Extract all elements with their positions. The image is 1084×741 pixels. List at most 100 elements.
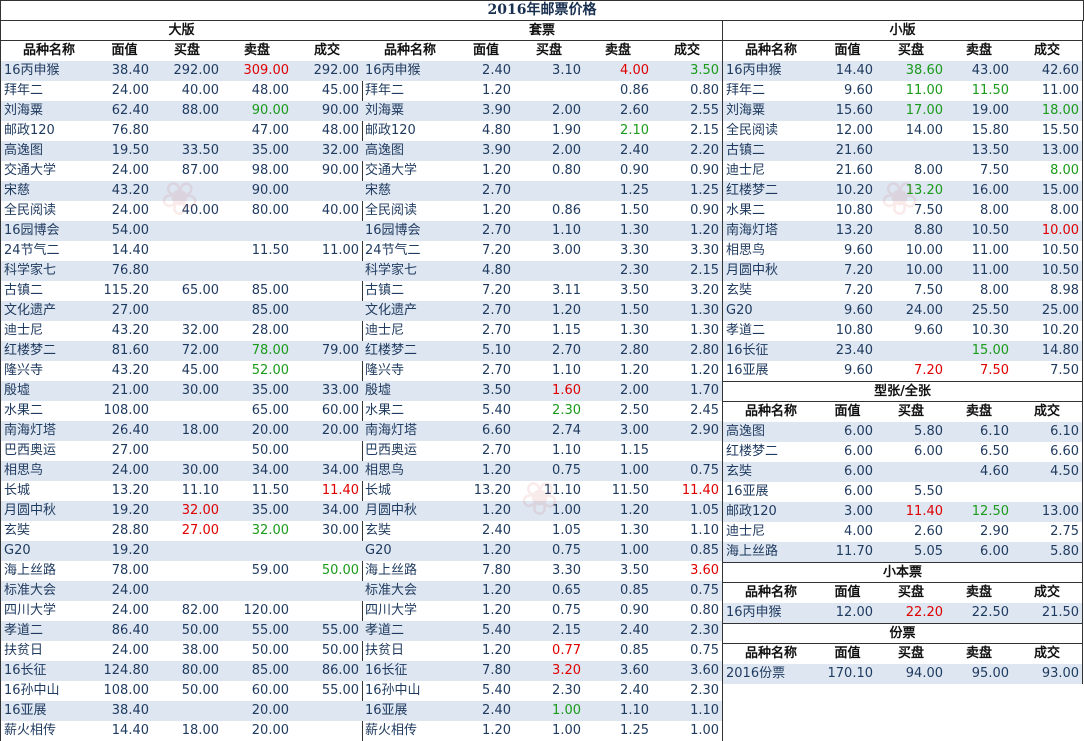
table-row: 玄奘 28.80 27.00 32.00 30.00 — [1, 521, 362, 541]
price-cell: 2.40 — [584, 141, 652, 161]
price-cell: 2.50 — [620, 403, 649, 418]
table-row: 扶贫日 24.00 38.00 50.00 50.00 — [1, 641, 362, 661]
price-cell: 2.15 — [690, 123, 720, 138]
variety-name-cell: 长城 — [365, 483, 392, 498]
column-header: 成交 — [1012, 582, 1083, 603]
price-cell: 17.00 — [876, 101, 946, 121]
table-row: 红楼梦二 5.10 2.70 2.80 2.80 — [362, 341, 723, 361]
table-row: 宋慈 43.20 90.00 — [1, 181, 363, 201]
price-cell: 45.00 — [321, 83, 360, 98]
price-cell: 1.00 — [690, 723, 720, 738]
price-cell: 32.00 — [181, 323, 219, 338]
table-row: 古镇二 7.20 3.11 3.50 3.20 — [362, 281, 722, 301]
table-row: 薪火相传 1.20 1.00 1.25 1.00 — [362, 721, 722, 741]
table-row: 孝道二 10.80 9.60 10.30 10.20 — [723, 321, 1082, 341]
variety-name-cell: 薪火相传 — [365, 723, 418, 738]
price-cell: 11.50 — [971, 83, 1009, 98]
price-cell: 2.40 — [620, 683, 649, 698]
section-title-row: 小版 — [723, 20, 1083, 41]
table-row: 16亚展 6.00 5.50 — [723, 482, 1082, 502]
price-cell: 32.00 — [292, 141, 363, 161]
table-row: 16亚展 38.40 20.00 — [1, 701, 363, 721]
price-cell: 1.30 — [584, 221, 652, 241]
price-cell: 3.60 — [584, 661, 652, 681]
variety-name-cell: 殷墟 — [1, 381, 97, 401]
column-header: 面值 — [458, 40, 514, 61]
variety-name-cell: 玄奘 — [4, 523, 31, 538]
price-cell: 2.40 — [482, 523, 511, 538]
price-cell: 85.00 — [222, 301, 292, 321]
price-cell: 1.10 — [552, 363, 581, 378]
variety-name-cell: 红楼梦二 — [723, 181, 819, 201]
variety-name-cell: 16丙申猴 — [362, 61, 458, 81]
price-cell: 40.00 — [321, 203, 360, 218]
column-header: 买盘 — [514, 40, 584, 61]
price-cell: 0.77 — [552, 643, 581, 658]
group-xingzhang: 型张/全张 品种名称 面值 买盘 卖盘 成交 高逸图 6.00 5.80 6.10 6.10 红楼梦二… — [723, 381, 1083, 563]
table-row: 玄奘 2.40 1.05 1.30 1.10 — [362, 521, 722, 541]
table-row: 标准大会 24.00 — [1, 581, 363, 601]
variety-name-cell: 相思鸟 — [1, 461, 97, 481]
table-row: 月圆中秋 7.20 10.00 11.00 10.50 — [723, 261, 1083, 281]
price-cell: 3.60 — [690, 563, 720, 578]
table-row: 拜年二 24.00 40.00 48.00 45.00 — [1, 81, 362, 101]
variety-name-cell: 玄奘 — [723, 462, 819, 482]
price-cell: 3.00 — [819, 502, 876, 522]
price-cell: 45.00 — [181, 363, 219, 378]
column-header: 品种名称 — [362, 40, 458, 61]
column-header: 成交 — [1012, 643, 1083, 664]
price-cell — [876, 141, 946, 161]
price-cell: 1.00 — [584, 461, 652, 481]
table-row: 24节气二 7.20 3.00 3.30 3.30 — [362, 241, 722, 261]
price-cell: 3.30 — [620, 243, 649, 258]
price-cell: 3.60 — [652, 661, 723, 681]
price-cell: 1.50 — [584, 301, 652, 321]
price-cell: 65.00 — [181, 283, 219, 298]
price-cell: 14.00 — [905, 123, 943, 138]
variety-name-cell: 16亚展 — [1, 701, 97, 721]
price-cell: 11.50 — [251, 243, 289, 258]
price-cell: 2.70 — [458, 221, 514, 241]
column-header: 卖盘 — [222, 40, 292, 61]
price-cell: 0.75 — [690, 643, 720, 658]
price-cell: 0.86 — [620, 83, 649, 98]
price-cell: 62.40 — [97, 101, 152, 121]
price-cell: 1.70 — [652, 381, 723, 401]
price-cell: 95.00 — [946, 664, 1012, 684]
table-row: 长城 13.20 11.10 11.50 11.40 — [362, 481, 722, 501]
price-cell: 10.00 — [876, 261, 946, 281]
table-row: 2016份票 170.10 94.00 95.00 93.00 — [723, 664, 1083, 684]
table-row: 隆兴寺 43.20 45.00 52.00 — [1, 361, 362, 381]
variety-name-cell: 古镇二 — [4, 283, 44, 298]
table-row: 薪火相传 14.40 18.00 20.00 — [1, 721, 362, 741]
price-cell: 60.00 — [251, 683, 289, 698]
price-cell: 3.20 — [690, 283, 720, 298]
price-cell: 43.20 — [97, 181, 152, 201]
price-cell: 12.00 — [835, 123, 873, 138]
variety-name-cell: 16园博会 — [1, 221, 97, 241]
price-cell: 0.80 — [690, 83, 720, 98]
column-header: 品种名称 — [723, 40, 819, 61]
table-row: 相思鸟 9.60 10.00 11.00 10.50 — [723, 241, 1082, 261]
price-cell: 1.90 — [552, 123, 581, 138]
variety-name-cell: 水果二 — [726, 203, 766, 218]
price-cell: 2.15 — [514, 621, 584, 641]
variety-name-cell: 科学家七 — [1, 261, 97, 281]
price-cell: 38.40 — [97, 61, 152, 81]
price-cell: 30.00 — [152, 461, 222, 481]
variety-name-cell: 16园博会 — [362, 221, 458, 241]
price-cell: 25.50 — [946, 301, 1012, 321]
column-header: 面值 — [97, 40, 152, 61]
price-cell: 7.50 — [1050, 363, 1080, 378]
price-cell: 1.10 — [514, 221, 584, 241]
table-row: 迪士尼 21.60 8.00 7.50 8.00 — [723, 161, 1082, 181]
price-cell: 8.00 — [1050, 163, 1080, 178]
price-cell: 10.00 — [905, 243, 943, 258]
price-cell: 0.75 — [552, 603, 581, 618]
variety-name-cell: 拜年二 — [4, 83, 44, 98]
price-cell: 32.00 — [251, 523, 289, 538]
price-cell: 2.30 — [652, 621, 723, 641]
price-cell: 20.00 — [222, 701, 292, 721]
table-row: 刘海粟 3.90 2.00 2.60 2.55 — [362, 101, 723, 121]
variety-name-cell: 海上丝路 — [4, 563, 57, 578]
